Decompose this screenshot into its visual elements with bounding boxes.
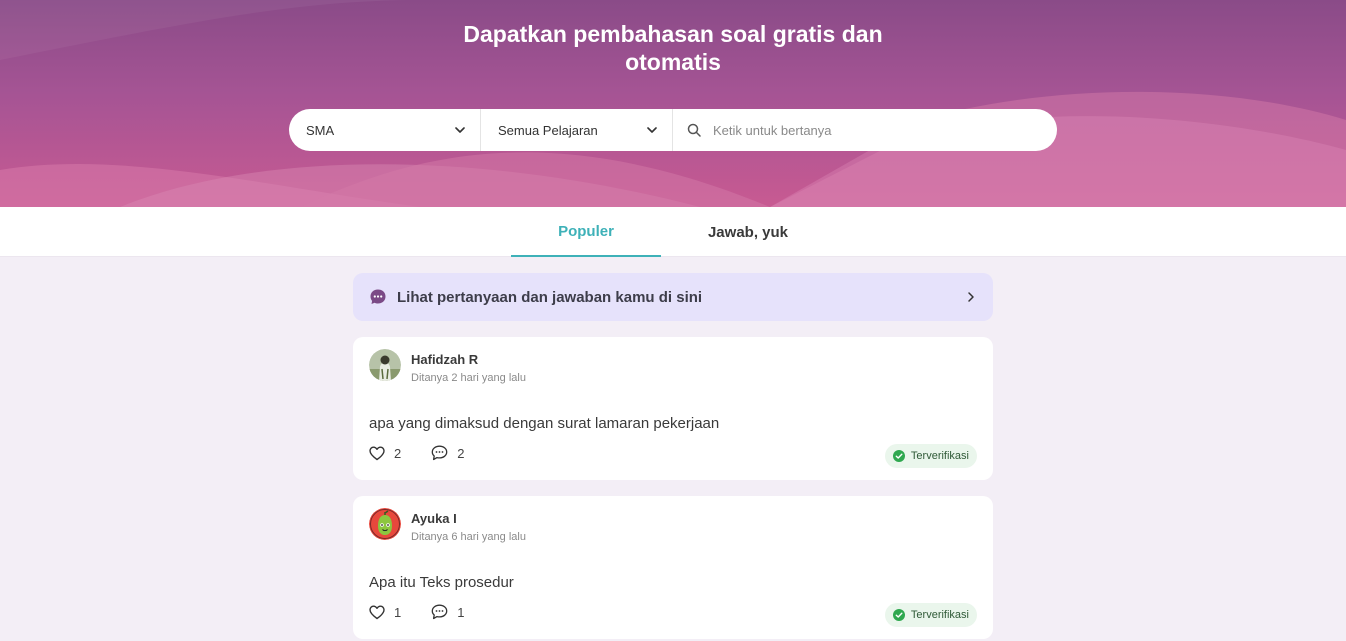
subject-select[interactable]: Semua Pelajaran <box>481 109 673 151</box>
question-stats: 2 2 <box>369 445 494 461</box>
heart-icon <box>369 446 385 460</box>
question-card[interactable]: Hafidzah R Ditanya 2 hari yang lalu apa … <box>353 337 993 480</box>
tab-populer[interactable]: Populer <box>511 207 661 257</box>
like-count: 2 <box>394 445 402 461</box>
verified-label: Terverifikasi <box>910 609 969 621</box>
verified-badge: Terverifikasi <box>884 603 977 627</box>
search-icon <box>687 123 701 137</box>
tabs-bar: Populer Jawab, yuk <box>0 207 1346 257</box>
my-questions-banner[interactable]: Lihat pertanyaan dan jawaban kamu di sin… <box>353 273 993 321</box>
comment-button[interactable]: 2 <box>431 445 464 461</box>
level-select[interactable]: SMA <box>289 109 481 151</box>
level-select-value: SMA <box>306 122 335 138</box>
verified-badge: Terverifikasi <box>884 444 977 468</box>
search-bar: SMA Semua Pelajaran <box>289 109 1057 151</box>
search-input[interactable] <box>713 122 1013 138</box>
comment-count: 2 <box>457 445 465 461</box>
question-card[interactable]: Ayuka I Ditanya 6 hari yang lalu Apa itu… <box>353 496 993 639</box>
comment-button[interactable]: 1 <box>431 604 464 620</box>
question-text[interactable]: apa yang dimaksud dengan surat lamaran p… <box>369 415 719 432</box>
question-stats: 1 1 <box>369 604 494 620</box>
comment-icon <box>431 604 448 620</box>
like-button[interactable]: 1 <box>369 605 401 620</box>
hero-title: Dapatkan pembahasan soal gratis dan otom… <box>463 21 883 75</box>
chat-bubble-icon <box>370 289 386 304</box>
like-count: 1 <box>394 604 402 620</box>
banner-text: Lihat pertanyaan dan jawaban kamu di sin… <box>397 288 703 306</box>
avatar[interactable] <box>369 508 401 540</box>
avatar[interactable] <box>369 349 401 381</box>
chevron-down-icon <box>455 127 465 133</box>
question-time: Ditanya 2 hari yang lalu <box>411 372 526 384</box>
comment-count: 1 <box>457 604 465 620</box>
heart-icon <box>369 605 385 619</box>
subject-select-value: Semua Pelajaran <box>498 122 598 138</box>
hero-banner: Dapatkan pembahasan soal gratis dan otom… <box>0 0 1346 207</box>
verified-label: Terverifikasi <box>910 450 969 462</box>
comment-icon <box>431 445 448 461</box>
like-button[interactable]: 2 <box>369 446 401 461</box>
question-text[interactable]: Apa itu Teks prosedur <box>369 574 514 591</box>
check-circle-icon <box>892 450 905 462</box>
search-field <box>673 109 1057 151</box>
chevron-down-icon <box>647 127 657 133</box>
chevron-right-icon <box>968 292 974 302</box>
author-name[interactable]: Hafidzah R <box>411 352 478 367</box>
tab-jawab-yuk[interactable]: Jawab, yuk <box>673 207 823 257</box>
check-circle-icon <box>892 609 905 621</box>
author-name[interactable]: Ayuka I <box>411 511 457 526</box>
question-time: Ditanya 6 hari yang lalu <box>411 531 526 543</box>
